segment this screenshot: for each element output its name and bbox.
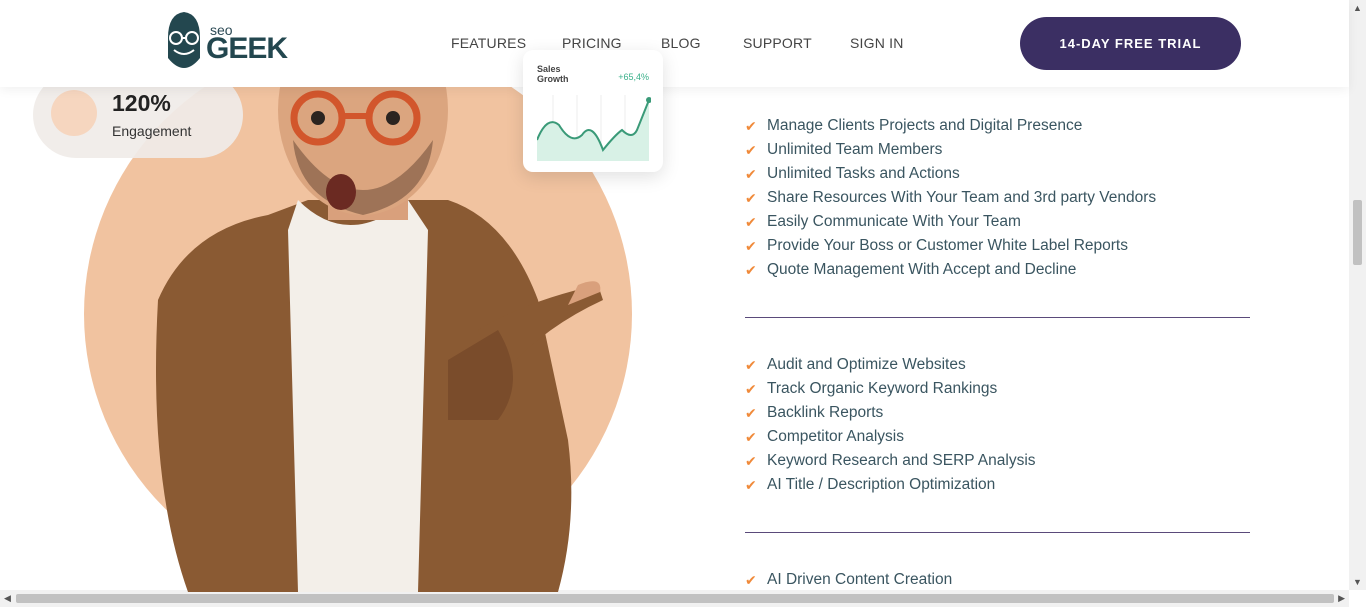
check-icon: ✔ (745, 141, 757, 158)
list-item: ✔ Audit and Optimize Websites (745, 356, 966, 373)
nav-sign-in[interactable]: SIGN IN (850, 35, 904, 51)
list-item: ✔ AI Title / Description Optimization (745, 476, 996, 493)
check-icon: ✔ (745, 380, 757, 397)
check-icon: ✔ (745, 404, 757, 421)
horizontal-scroll-thumb[interactable] (16, 594, 1334, 603)
list-item: ✔ AI Driven Content Creation (745, 571, 953, 588)
vertical-scrollbar[interactable]: ▲ ▼ (1349, 0, 1366, 590)
check-icon: ✔ (745, 428, 757, 445)
nav-features[interactable]: FEATURES (451, 35, 526, 51)
list-item: ✔ Unlimited Tasks and Actions (745, 165, 960, 182)
check-icon: ✔ (745, 452, 757, 469)
vertical-scroll-thumb[interactable] (1353, 200, 1362, 265)
section-divider (745, 532, 1250, 533)
section-divider (745, 317, 1250, 318)
check-icon: ✔ (745, 261, 757, 278)
list-item: ✔ Quote Management With Accept and Declin… (745, 261, 1077, 278)
list-item: ✔ Manage Clients Projects and Digital Pre… (745, 117, 1083, 134)
sales-growth-percent: +65,4% (618, 72, 649, 82)
list-item: ✔ Competitor Analysis (745, 428, 904, 445)
list-item: ✔ Keyword Research and SERP Analysis (745, 452, 1036, 469)
check-icon: ✔ (745, 117, 757, 134)
sales-growth-card: Sales Growth +65,4% (523, 50, 663, 172)
list-item: ✔ Backlink Reports (745, 404, 884, 421)
engagement-value: 120% (112, 90, 171, 116)
features-list: ✔ Manage Clients Projects and Digital Pre… (745, 114, 1250, 592)
check-icon: ✔ (745, 476, 757, 493)
check-icon: ✔ (745, 571, 757, 588)
free-trial-button[interactable]: 14-DAY FREE TRIAL (1020, 17, 1241, 70)
engagement-dot (51, 90, 97, 136)
list-item: ✔ Provide Your Boss or Customer White Lab… (745, 237, 1128, 254)
sales-growth-title: Sales Growth (537, 64, 569, 84)
check-icon: ✔ (745, 165, 757, 182)
list-item: ✔ Track Organic Keyword Rankings (745, 380, 998, 397)
list-item: ✔ Unlimited Team Members (745, 141, 943, 158)
check-icon: ✔ (745, 237, 757, 254)
sales-sparkline (537, 95, 651, 161)
check-icon: ✔ (745, 213, 757, 230)
nav-pricing[interactable]: PRICING (562, 35, 622, 51)
logo-geek-text: GEEK (206, 32, 288, 65)
nav-blog[interactable]: BLOG (661, 35, 701, 51)
scroll-up-icon[interactable]: ▲ (1353, 3, 1362, 13)
check-icon: ✔ (745, 356, 757, 373)
scroll-left-icon[interactable]: ◀ (4, 593, 11, 604)
horizontal-scrollbar[interactable]: ◀ ▶ (0, 590, 1349, 607)
seo-geek-logo[interactable]: seo GEEK (160, 10, 288, 78)
list-item: ✔ Easily Communicate With Your Team (745, 213, 1021, 230)
engagement-label: Engagement (112, 123, 192, 139)
list-item: ✔ Share Resources With Your Team and 3rd … (745, 189, 1157, 206)
scroll-down-icon[interactable]: ▼ (1353, 577, 1362, 587)
geek-mascot-icon (168, 12, 200, 68)
check-icon: ✔ (745, 189, 757, 206)
scroll-right-icon[interactable]: ▶ (1338, 593, 1345, 604)
nav-support[interactable]: SUPPORT (743, 35, 812, 51)
site-header: seo GEEK FEATURES PRICING BLOG SUPPORT S… (0, 0, 1349, 87)
